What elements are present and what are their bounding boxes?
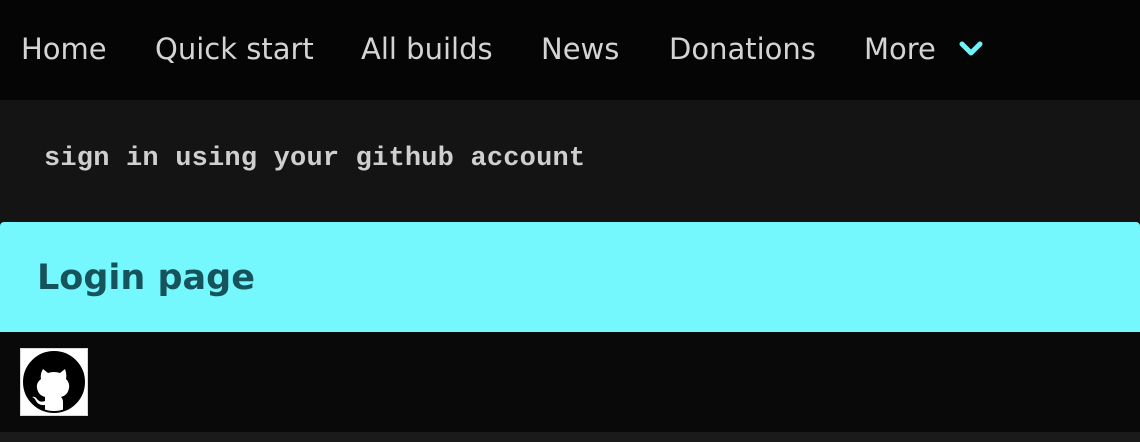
page-title: Login page: [37, 258, 255, 298]
nav-home-link[interactable]: Home: [21, 31, 107, 67]
signin-instruction-text: sign in using your github account: [44, 144, 586, 174]
nav-news-link[interactable]: News: [541, 31, 619, 67]
signin-banner: sign in using your github account: [0, 100, 1140, 222]
chevron-down-icon: [956, 34, 986, 64]
github-icon: [21, 349, 87, 415]
nav-all-builds-link[interactable]: All builds: [361, 31, 493, 67]
top-navigation: Home Quick start All builds News Donatio…: [0, 0, 1140, 100]
github-login-button[interactable]: [20, 348, 88, 416]
nav-more-dropdown[interactable]: More: [864, 31, 986, 67]
nav-donations-link[interactable]: Donations: [669, 31, 816, 67]
login-header: Login page: [0, 222, 1140, 332]
login-body: [0, 332, 1140, 432]
nav-more-label: More: [864, 32, 936, 66]
nav-quick-start-link[interactable]: Quick start: [155, 31, 314, 67]
bottom-divider: [0, 432, 1140, 442]
